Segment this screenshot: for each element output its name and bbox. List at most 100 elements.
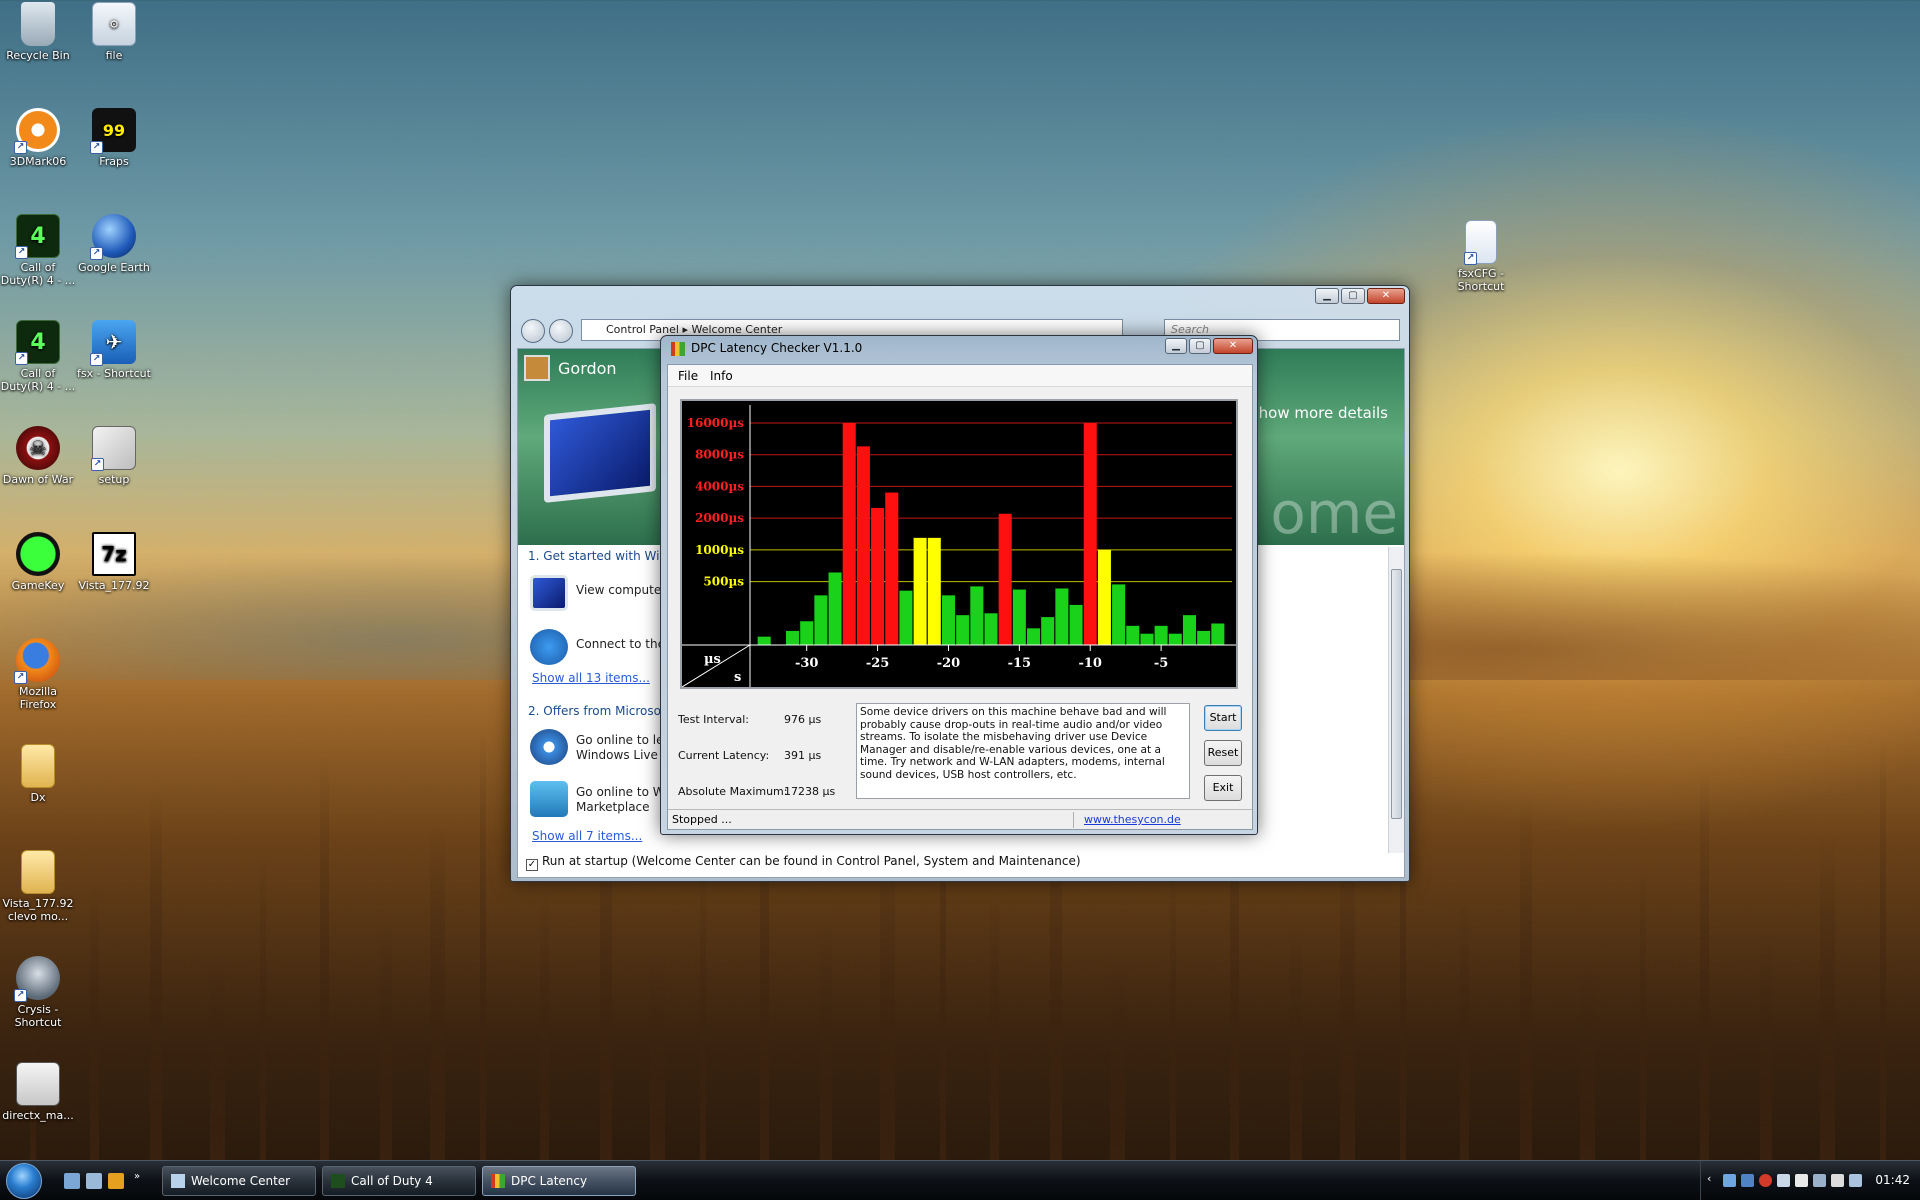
recycle-bin-icon — [21, 2, 55, 46]
switch-windows-icon[interactable] — [86, 1173, 102, 1189]
latency-bar-23 — [1083, 423, 1097, 645]
task-label: Welcome Center — [191, 1174, 291, 1188]
grass-stalk — [1760, 930, 1772, 1160]
quick-launch-overflow-icon[interactable]: » — [134, 1171, 150, 1187]
desktop-icon-vista-7z[interactable]: 7z Vista_177.92 — [76, 532, 152, 592]
7zip-icon-glyph: 7z — [101, 541, 127, 566]
security-warning-icon[interactable] — [1759, 1174, 1772, 1187]
grass-stalk — [1290, 926, 1302, 1160]
website-link[interactable]: www.thesycon.de — [1084, 813, 1181, 826]
call-of-duty-task-icon — [331, 1174, 345, 1188]
menu-file[interactable]: File — [678, 369, 698, 383]
status-separator — [1073, 812, 1074, 828]
google-earth-icon: ↗ — [90, 214, 136, 260]
grass-stalk — [90, 883, 99, 1160]
tray-app-icon[interactable] — [1831, 1174, 1844, 1187]
latency-bar-29 — [1168, 633, 1182, 645]
task-call-of-duty-4[interactable]: Call of Duty 4 — [322, 1166, 476, 1196]
latency-bar-20 — [1041, 617, 1055, 645]
latency-bar-21 — [1055, 588, 1069, 645]
desktop-icon-gamekey[interactable]: GameKey — [0, 532, 76, 592]
show-hidden-icons-icon[interactable]: ‹ — [1707, 1172, 1720, 1185]
menu-info[interactable]: Info — [710, 369, 733, 383]
call-of-duty-icon: 4 ↗ — [15, 214, 60, 259]
tray-app-icon[interactable] — [1795, 1174, 1808, 1187]
desktop-icon-label: Dx — [30, 791, 46, 804]
latency-graph: 500µs 1000µs 2000µs 4000µs 8000µs 16000µs µs s -… — [680, 399, 1238, 689]
desktop-icon-dx[interactable]: Dx — [0, 744, 76, 804]
show-desktop-icon[interactable] — [64, 1173, 80, 1189]
latency-bar-15 — [970, 586, 984, 645]
folder-icon — [21, 744, 55, 788]
maximize-button[interactable]: ▢ — [1341, 288, 1365, 304]
fraps-icon-glyph: 99 — [102, 120, 126, 140]
y-tick-label-4: 8000µs — [695, 448, 744, 462]
desktop-icon-vista-clevo[interactable]: Vista_177.92 clevo mo... — [0, 850, 76, 923]
user-name: Gordon — [558, 359, 617, 378]
show-all-7-link[interactable]: Show all 7 items... — [532, 829, 642, 843]
exit-button[interactable]: Exit — [1204, 775, 1242, 801]
run-at-startup[interactable]: ✓ Run at startup (Welcome Center can be f… — [526, 854, 1081, 871]
latency-bar-24 — [1097, 549, 1111, 645]
latency-bar-2 — [786, 630, 800, 645]
item-windows-live[interactable]: Go online to lea Windows Live — [576, 733, 671, 763]
tray-app-icon[interactable] — [1741, 1174, 1754, 1187]
desktop-icon-crysis[interactable]: ↗ Crysis - Shortcut — [0, 956, 76, 1029]
scrollbar-thumb[interactable] — [1391, 569, 1402, 819]
grass-stalk — [700, 856, 706, 1160]
item-view-computer[interactable]: View computer — [576, 583, 666, 598]
vertical-scrollbar[interactable] — [1388, 547, 1404, 853]
desktop-icon-google-earth[interactable]: ↗ Google Earth — [76, 214, 152, 274]
maximize-button[interactable]: ▢ — [1189, 338, 1211, 354]
desktop-icon-directx[interactable]: directx_ma... — [0, 1062, 76, 1122]
latency-bar-27 — [1140, 633, 1154, 645]
desktop-icon-label: Recycle Bin — [6, 49, 70, 62]
desktop-icon-setup[interactable]: ↗ setup — [76, 426, 152, 486]
item-marketplace[interactable]: Go online to Wi Marketplace — [576, 785, 668, 815]
desktop-icon-label: GameKey — [11, 579, 65, 592]
section-get-started[interactable]: 1. Get started with Windo — [528, 549, 682, 563]
dpc-latency-checker-window[interactable]: DPC Latency Checker V1.1.0 ▁ ▢ ✕ File In… — [660, 335, 1258, 835]
latency-bar-30 — [1182, 615, 1196, 645]
task-welcome-center[interactable]: Welcome Center — [162, 1166, 316, 1196]
section-offers[interactable]: 2. Offers from Microsoft — [528, 704, 670, 718]
desktop-icon-fraps[interactable]: 99 ↗ Fraps — [76, 108, 152, 168]
start-button[interactable] — [6, 1163, 42, 1199]
start-button[interactable]: Start — [1204, 705, 1242, 731]
desktop-icon-call-of-duty-2[interactable]: 4 ↗ Call of Duty(R) 4 - ... — [0, 320, 76, 393]
y-tick-label-0: 500µs — [703, 575, 744, 589]
close-button[interactable]: ✕ — [1367, 288, 1405, 304]
media-player-icon[interactable] — [108, 1173, 124, 1189]
show-more-details-link[interactable]: Show more details — [1249, 404, 1388, 422]
current-latency-value: 391 µs — [784, 749, 822, 762]
desktop-icon-label: Dawn of War — [2, 473, 74, 486]
desktop-icon-call-of-duty-1[interactable]: 4 ↗ Call of Duty(R) 4 - ... — [0, 214, 76, 287]
volume-icon[interactable] — [1849, 1174, 1862, 1187]
welcome-center-task-icon — [171, 1174, 185, 1188]
grass-stalk — [1700, 767, 1709, 1160]
desktop-icon-3dmark06[interactable]: ↗ 3DMark06 — [0, 108, 76, 168]
task-dpc-latency-checker[interactable]: DPC Latency Check... — [482, 1166, 636, 1196]
desktop-icon-fsxcfg[interactable]: ↗ fsxCFG - Shortcut — [1443, 220, 1519, 293]
desktop-icon-fsx[interactable]: ✈ ↗ fsx - Shortcut — [76, 320, 152, 380]
minimize-button[interactable]: ▁ — [1165, 338, 1187, 354]
computer-monitor-icon — [544, 403, 656, 503]
network-icon[interactable] — [1813, 1174, 1826, 1187]
close-button[interactable]: ✕ — [1213, 338, 1253, 354]
item-connect[interactable]: Connect to the — [576, 637, 665, 652]
back-button[interactable] — [521, 319, 545, 343]
run-at-startup-checkbox[interactable]: ✓ — [526, 859, 538, 871]
tray-app-icon[interactable] — [1777, 1174, 1790, 1187]
globe-icon — [530, 629, 568, 665]
desktop-icon-file[interactable]: ⚙ file — [76, 2, 152, 62]
reset-button[interactable]: Reset — [1204, 740, 1242, 766]
tray-app-icon[interactable] — [1723, 1174, 1736, 1187]
desktop-icon-recycle-bin[interactable]: Recycle Bin — [0, 2, 76, 62]
desktop-icon-firefox[interactable]: ↗ Mozilla Firefox — [0, 638, 76, 711]
forward-button[interactable] — [549, 319, 573, 343]
crysis-icon: ↗ — [14, 956, 60, 1002]
item-windows-live-line1: Go online to lea — [576, 733, 671, 747]
minimize-button[interactable]: ▁ — [1315, 288, 1339, 304]
desktop-icon-dawn-of-war[interactable]: ☠ Dawn of War — [0, 426, 76, 486]
show-all-13-link[interactable]: Show all 13 items... — [532, 671, 650, 685]
